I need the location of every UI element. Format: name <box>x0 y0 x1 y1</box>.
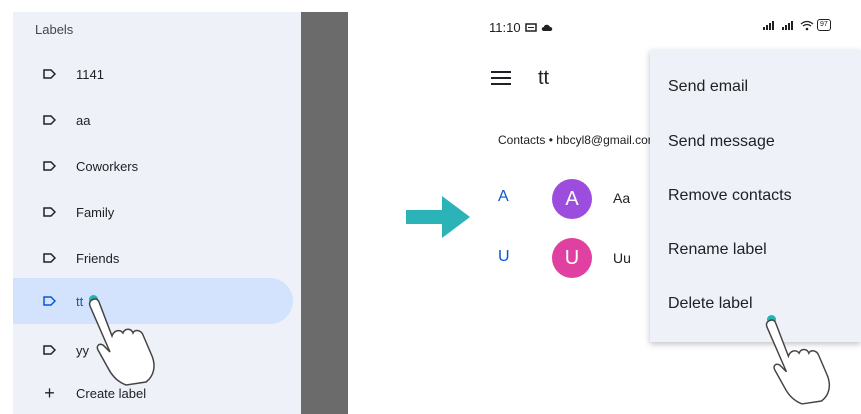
label-item-text: aa <box>76 112 91 128</box>
label-icon <box>43 161 56 171</box>
label-icon <box>43 115 56 125</box>
wifi-icon <box>800 20 814 30</box>
label-icon <box>43 69 56 79</box>
label-item-aa[interactable]: aa <box>13 97 293 143</box>
menu-item-remove-contacts[interactable]: Remove contacts <box>668 187 792 205</box>
labels-heading: Labels <box>35 22 74 37</box>
signal-icon <box>763 20 774 30</box>
label-icon <box>43 345 56 355</box>
status-bar-icons: 97 <box>762 19 831 31</box>
account-line: Contacts • hbcyl8@gmail.com <box>498 133 650 147</box>
hamburger-menu-icon[interactable] <box>491 70 513 86</box>
label-item-1141[interactable]: 1141 <box>13 51 293 97</box>
pointing-hand-icon <box>88 298 155 386</box>
label-icon <box>43 296 56 306</box>
battery-indicator: 97 <box>817 19 831 31</box>
signal-icon <box>782 20 793 30</box>
contact-name[interactable]: Aa <box>613 190 630 206</box>
dimmed-overlay <box>301 12 348 414</box>
cloud-icon <box>541 24 552 31</box>
menu-item-send-email[interactable]: Send email <box>668 78 748 96</box>
label-item-text: Family <box>76 204 115 220</box>
overflow-menu: Send email Send message Remove contacts … <box>650 50 861 342</box>
notification-icon <box>524 23 537 32</box>
menu-item-send-message[interactable]: Send message <box>668 133 775 151</box>
label-icon <box>43 253 56 263</box>
contact-name[interactable]: Uu <box>613 250 631 266</box>
plus-icon: + <box>44 383 55 403</box>
label-icon <box>43 207 56 217</box>
pointing-hand-icon <box>765 319 831 405</box>
status-bar-time: 11:10 <box>489 20 553 35</box>
label-item-family[interactable]: Family <box>13 189 293 235</box>
label-item-text: Friends <box>76 250 120 266</box>
label-item-text: tt <box>76 293 84 309</box>
arrow-right-icon <box>406 196 470 238</box>
label-item-friends[interactable]: Friends <box>13 235 293 281</box>
label-item-coworkers[interactable]: Coworkers <box>13 143 293 189</box>
menu-item-rename-label[interactable]: Rename label <box>668 241 767 259</box>
label-item-text: 1141 <box>76 66 104 82</box>
section-letter: A <box>498 188 509 205</box>
section-letter: U <box>498 248 510 265</box>
menu-item-delete-label[interactable]: Delete label <box>668 295 753 313</box>
avatar[interactable]: U <box>552 238 592 278</box>
label-item-text: Coworkers <box>76 158 139 174</box>
page-title: tt <box>538 67 550 89</box>
create-label-text: Create label <box>76 385 147 401</box>
avatar[interactable]: A <box>552 179 592 219</box>
